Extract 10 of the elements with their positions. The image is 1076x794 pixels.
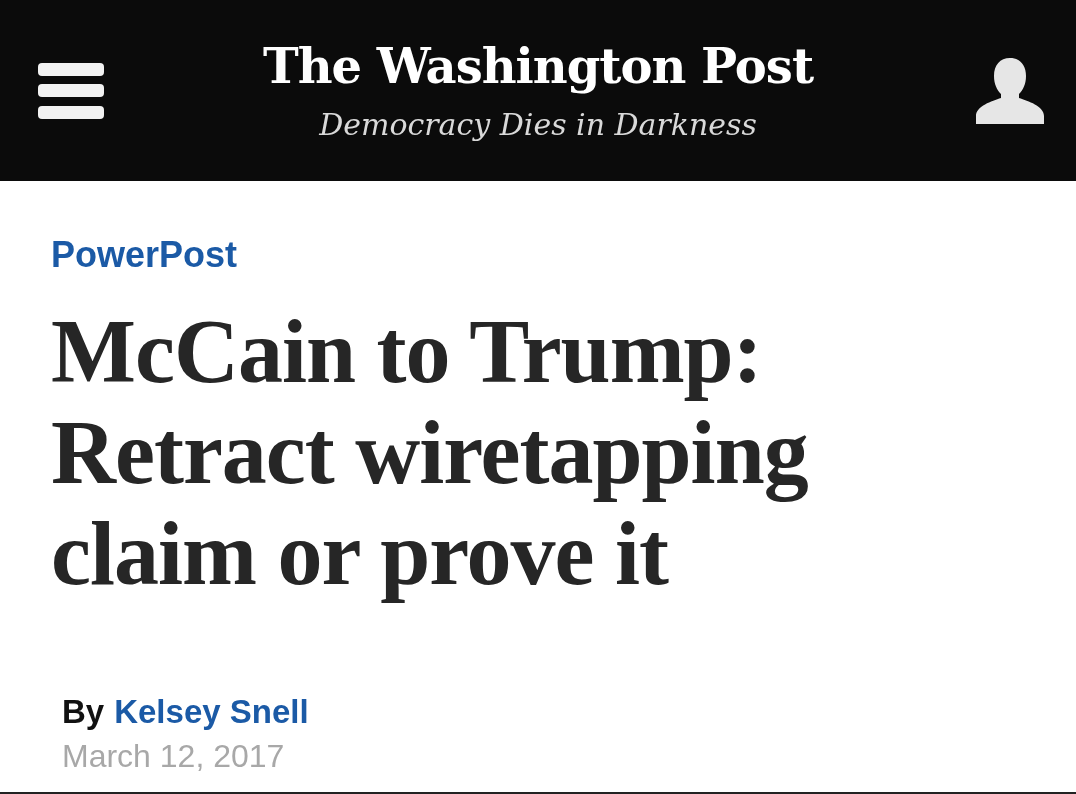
byline-label: By <box>62 692 105 732</box>
user-button[interactable] <box>976 57 1044 124</box>
author-link[interactable]: Kelsey Snell <box>114 692 309 732</box>
site-logo[interactable]: The Washington Post <box>262 30 814 101</box>
section-link[interactable]: PowerPost <box>51 233 238 277</box>
tagline: Democracy Dies in Darkness <box>319 105 757 144</box>
publish-date: March 12, 2017 <box>62 737 285 776</box>
menu-button[interactable] <box>38 62 104 119</box>
user-icon <box>976 57 1044 124</box>
headline: McCain to Trump: Retract wiretapping claim or prove it <box>51 301 809 604</box>
